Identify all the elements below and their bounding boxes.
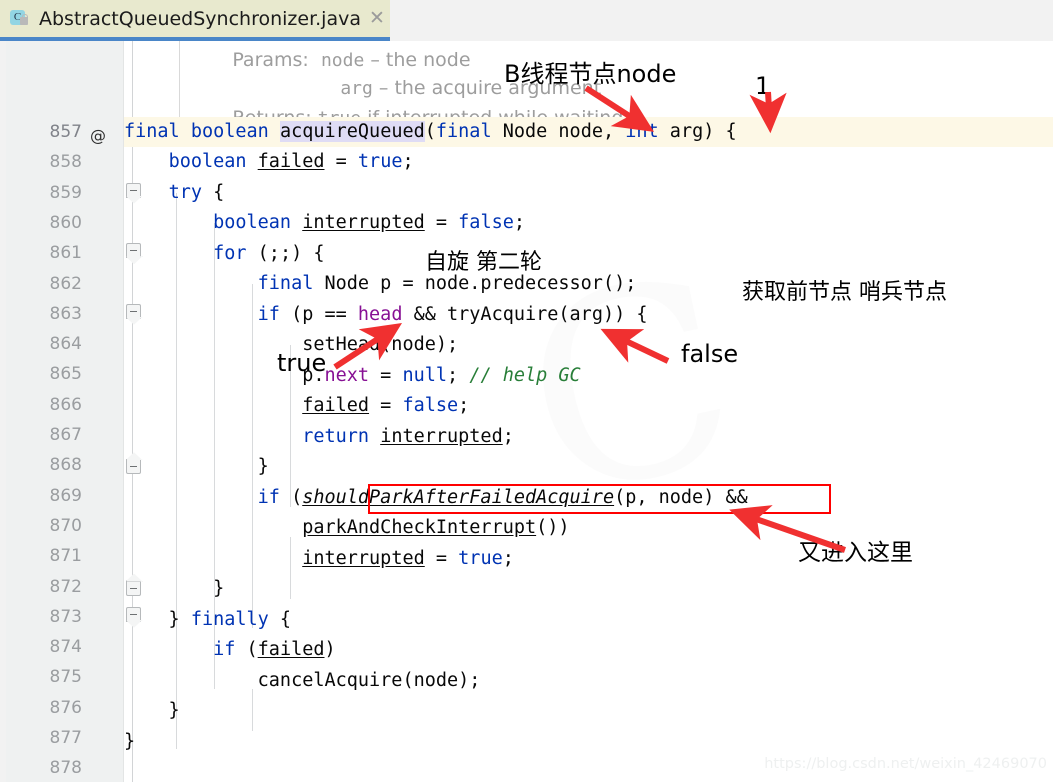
code-line-861[interactable]: for (;;) {: [124, 239, 1053, 269]
line-number-871[interactable]: 871: [6, 541, 82, 571]
code-line-858[interactable]: boolean failed = true;: [124, 147, 1053, 177]
line-number-862[interactable]: 862: [6, 269, 82, 299]
line-number-869[interactable]: 869: [6, 481, 82, 511]
code-content[interactable]: C Params: node – the node arg – the acqu…: [124, 41, 1053, 782]
line-number-864[interactable]: 864: [6, 329, 82, 359]
line-number-865[interactable]: 865: [6, 359, 82, 389]
line-number-866[interactable]: 866: [6, 390, 82, 420]
line-number-876[interactable]: 876: [6, 693, 82, 723]
code-line-866[interactable]: failed = false;: [124, 391, 1053, 421]
line-number-874[interactable]: 874: [6, 632, 82, 662]
javadoc-left-rule: [179, 41, 180, 123]
code-line-867[interactable]: return interrupted;: [124, 422, 1053, 452]
code-line-873[interactable]: } finally {: [124, 605, 1053, 635]
line-number-858[interactable]: 858: [6, 147, 82, 177]
code-line-876[interactable]: }: [124, 696, 1053, 726]
line-number-878[interactable]: 878: [6, 753, 82, 783]
code-line-862[interactable]: final Node p = node.predecessor();: [124, 269, 1053, 299]
line-number-875[interactable]: 875: [6, 662, 82, 692]
code-line-864[interactable]: setHead(node);: [124, 330, 1053, 360]
line-number-872[interactable]: 872: [6, 572, 82, 602]
code-line-860[interactable]: boolean interrupted = false;: [124, 208, 1053, 238]
code-line-868[interactable]: }: [124, 452, 1053, 482]
line-number-873[interactable]: 873: [6, 602, 82, 632]
line-number-863[interactable]: 863: [6, 299, 82, 329]
tab-abstractqueuedsynchronizer[interactable]: C AbstractQueuedSynchronizer.java ✕: [0, 0, 390, 41]
editor-tab-bar: C AbstractQueuedSynchronizer.java ✕: [0, 0, 1053, 41]
code-line-859[interactable]: try {: [124, 178, 1053, 208]
code-line-875[interactable]: cancelAcquire(node);: [124, 666, 1053, 696]
line-number-860[interactable]: 860: [6, 208, 82, 238]
code-line-872[interactable]: }: [124, 574, 1053, 604]
code-line-865[interactable]: p.next = null; // help GC: [124, 361, 1053, 391]
csdn-watermark: https://blog.csdn.net/weixin_42469070: [764, 756, 1047, 772]
annotation-marker[interactable]: @: [88, 121, 108, 151]
line-number-877[interactable]: 877: [6, 723, 82, 753]
line-number-868[interactable]: 868: [6, 450, 82, 480]
code-line-863[interactable]: if (p == head && tryAcquire(arg)) {: [124, 300, 1053, 330]
javadoc-popup: Params: node – the node arg – the acquir…: [184, 41, 964, 129]
line-number-861[interactable]: 861: [6, 238, 82, 268]
line-number-870[interactable]: 870: [6, 511, 82, 541]
code-line-874[interactable]: if (failed): [124, 635, 1053, 665]
java-class-icon: C: [10, 9, 30, 29]
code-line-871[interactable]: interrupted = true;: [124, 544, 1053, 574]
code-line-870[interactable]: parkAndCheckInterrupt()): [124, 513, 1053, 543]
code-editor[interactable]: 857 858 859 860 861 862 863 864 865 866 867 868 869 8…: [0, 41, 1053, 782]
code-line-877[interactable]: }: [124, 727, 1053, 757]
code-line-857[interactable]: final boolean acquireQueued(final Node n…: [124, 117, 1053, 148]
line-number-857[interactable]: 857: [6, 117, 82, 147]
code-line-869[interactable]: if (shouldParkAfterFailedAcquire(p, node…: [124, 483, 1053, 513]
close-icon[interactable]: ✕: [369, 9, 385, 28]
line-number-859[interactable]: 859: [6, 178, 82, 208]
line-number-867[interactable]: 867: [6, 420, 82, 450]
tab-label: AbstractQueuedSynchronizer.java: [39, 7, 361, 30]
